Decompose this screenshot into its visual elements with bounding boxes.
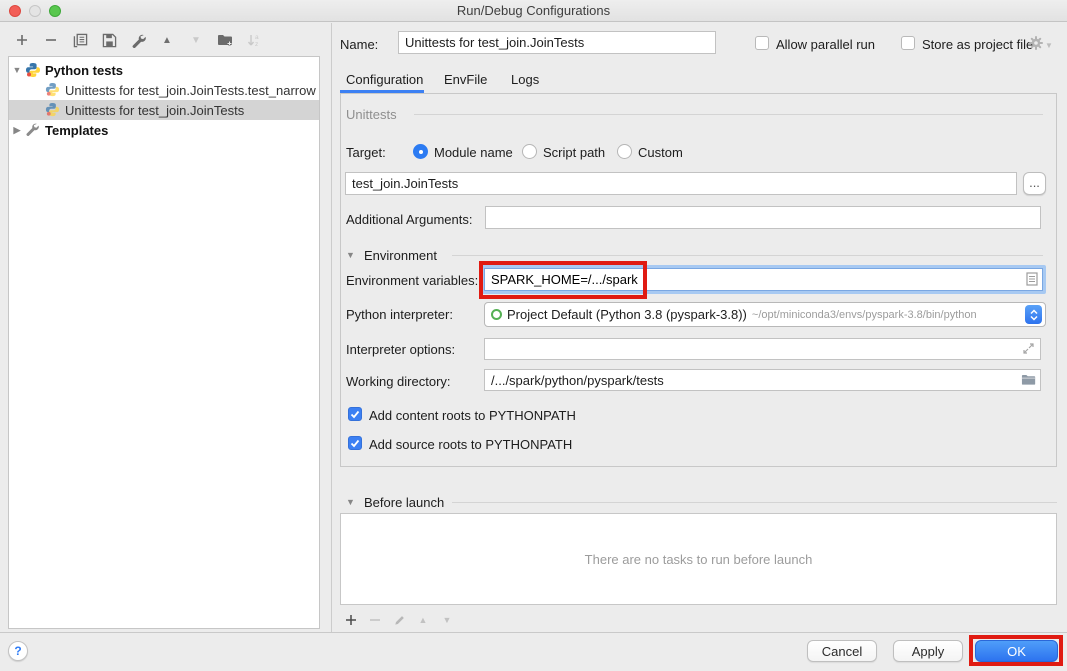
edit-templates-icon[interactable]	[130, 32, 146, 48]
unittests-section-title: Unittests	[346, 107, 397, 122]
add-content-roots-checkbox[interactable]	[348, 407, 362, 421]
python-interpreter-select[interactable]: Project Default (Python 3.8 (pyspark-3.8…	[484, 302, 1046, 327]
title-bar: Run/Debug Configurations	[0, 0, 1067, 22]
gear-icon[interactable]	[1028, 35, 1044, 54]
copy-configuration-icon[interactable]	[72, 32, 88, 48]
tree-item-templates[interactable]: ▶ Templates	[9, 120, 319, 140]
move-down-icon: ▼	[188, 32, 204, 48]
section-divider	[452, 255, 1043, 256]
target-label: Target:	[346, 145, 386, 160]
sort-configurations-icon: az	[246, 32, 262, 48]
create-new-folder-icon[interactable]	[217, 32, 233, 48]
help-button[interactable]: ?	[8, 641, 28, 661]
add-source-roots-label: Add source roots to PYTHONPATH	[369, 437, 572, 452]
target-script-path-radio[interactable]	[522, 144, 537, 159]
target-custom-label[interactable]: Custom	[638, 145, 683, 160]
svg-text:z: z	[255, 41, 258, 48]
footer-divider	[0, 632, 1067, 633]
additional-arguments-input[interactable]	[485, 206, 1041, 229]
templates-wrench-icon	[25, 122, 41, 138]
apply-button[interactable]: Apply	[893, 640, 963, 662]
expand-arrow-icon[interactable]: ▶	[9, 125, 25, 136]
tree-item-python-tests[interactable]: ▼ Python tests	[9, 60, 319, 80]
working-directory-input[interactable]	[484, 369, 1041, 391]
add-source-roots-checkbox[interactable]	[348, 436, 362, 450]
additional-arguments-label: Additional Arguments:	[346, 212, 472, 227]
collapse-arrow-icon[interactable]: ▼	[346, 250, 355, 260]
interpreter-options-label: Interpreter options:	[346, 342, 455, 357]
remove-configuration-icon[interactable]	[43, 32, 59, 48]
move-task-down-icon: ▼	[440, 613, 454, 627]
combobox-stepper-icon[interactable]	[1025, 305, 1042, 324]
window-title: Run/Debug Configurations	[0, 3, 1067, 18]
chevron-down-icon: ▼	[1045, 41, 1053, 50]
interpreter-options-input[interactable]	[484, 338, 1041, 360]
tab-configuration[interactable]: Configuration	[346, 72, 423, 87]
target-script-path-label[interactable]: Script path	[543, 145, 605, 160]
before-launch-section-title: Before launch	[364, 495, 444, 510]
before-launch-empty-message: There are no tasks to run before launch	[341, 552, 1056, 567]
python-icon	[25, 62, 41, 78]
before-launch-toolbar: ▲ ▼	[344, 611, 454, 629]
store-as-project-file-label: Store as project file	[922, 37, 1033, 52]
interpreter-value: Project Default (Python 3.8 (pyspark-3.8…	[507, 307, 747, 322]
add-content-roots-label: Add content roots to PYTHONPATH	[369, 408, 576, 423]
collapse-arrow-icon[interactable]: ▼	[9, 65, 25, 75]
section-divider	[414, 114, 1043, 115]
target-module-name-label[interactable]: Module name	[434, 145, 513, 160]
browse-button[interactable]: ...	[1023, 172, 1046, 195]
target-custom-radio[interactable]	[617, 144, 632, 159]
tab-logs[interactable]: Logs	[511, 72, 539, 87]
collapse-arrow-icon[interactable]: ▼	[346, 497, 355, 507]
highlight-box-ok-button	[969, 635, 1063, 666]
working-directory-label: Working directory:	[346, 374, 451, 389]
target-input[interactable]	[345, 172, 1017, 195]
target-module-name-radio[interactable]	[413, 144, 428, 159]
cancel-button[interactable]: Cancel	[807, 640, 877, 662]
environment-variables-label: Environment variables:	[346, 273, 478, 288]
allow-parallel-run-label: Allow parallel run	[776, 37, 875, 52]
add-task-icon[interactable]	[344, 613, 358, 627]
allow-parallel-run-checkbox[interactable]	[755, 36, 769, 50]
tab-envfile[interactable]: EnvFile	[444, 72, 487, 87]
before-launch-task-list: There are no tasks to run before launch	[340, 513, 1057, 605]
save-configuration-icon[interactable]	[101, 32, 117, 48]
tree-item-label: Unittests for test_join.JoinTests.test_n…	[65, 83, 316, 98]
add-configuration-icon[interactable]	[14, 32, 30, 48]
highlight-box-environment-variables	[479, 261, 647, 299]
tree-item-unittests-jointests-selected[interactable]: Unittests for test_join.JoinTests	[9, 100, 319, 120]
run-debug-configurations-dialog: Run/Debug Configurations ▲ ▼ az ▼	[0, 0, 1067, 671]
python-interpreter-label: Python interpreter:	[346, 307, 453, 322]
expand-field-icon[interactable]	[1022, 342, 1035, 358]
conda-environment-icon	[491, 309, 502, 320]
tree-item-unittests-test-narrow[interactable]: Unittests for test_join.JoinTests.test_n…	[9, 80, 319, 100]
tree-item-label: Templates	[45, 123, 108, 138]
interpreter-path: ~/opt/miniconda3/envs/pyspark-3.8/bin/py…	[752, 309, 1045, 321]
tree-item-label: Unittests for test_join.JoinTests	[65, 103, 244, 118]
name-label: Name:	[340, 37, 378, 52]
move-task-up-icon: ▲	[416, 613, 430, 627]
configurations-toolbar: ▲ ▼ az	[14, 31, 262, 49]
remove-task-icon	[368, 613, 382, 627]
edit-task-pencil-icon	[392, 613, 406, 627]
folder-icon[interactable]	[1021, 373, 1036, 389]
store-as-project-file-checkbox[interactable]	[901, 36, 915, 50]
python-test-icon	[45, 102, 61, 118]
section-divider	[452, 502, 1057, 503]
browse-variables-icon[interactable]	[1026, 272, 1038, 289]
python-test-icon	[45, 82, 61, 98]
svg-text:a: a	[255, 34, 259, 41]
panel-splitter[interactable]	[331, 23, 332, 632]
name-input[interactable]	[398, 31, 716, 54]
configurations-tree: ▼ Python tests Unittests for test_join.J…	[8, 56, 320, 629]
environment-section-title: Environment	[364, 248, 437, 263]
move-up-icon[interactable]: ▲	[159, 32, 175, 48]
tree-item-label: Python tests	[45, 63, 123, 78]
